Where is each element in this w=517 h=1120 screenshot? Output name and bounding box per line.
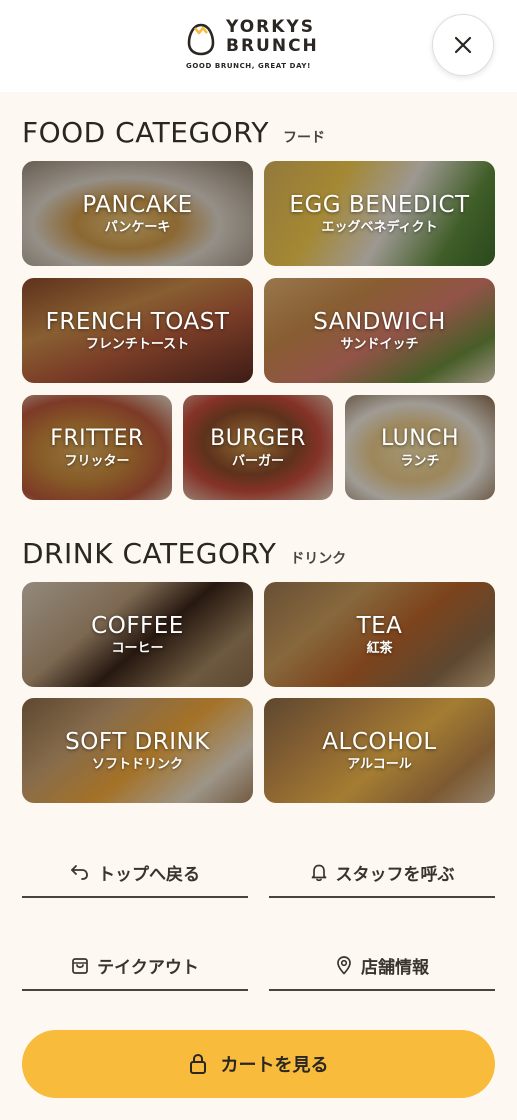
category-french-toast[interactable]: FRENCH TOAST フレンチトースト	[22, 278, 253, 383]
category-label-en: EGG BENEDICT	[289, 191, 470, 218]
category-label-ja: フレンチトースト	[85, 336, 190, 352]
brand-name-line2: BRUNCH	[226, 36, 319, 56]
bell-icon	[311, 864, 326, 882]
category-label-en: PANCAKE	[82, 191, 193, 218]
back-to-top-link[interactable]: トップへ戻る	[22, 848, 248, 898]
return-arrow-icon	[71, 865, 88, 880]
category-burger[interactable]: BURGER バーガー	[183, 395, 333, 500]
food-category-heading: FOOD CATEGORY フード	[22, 116, 325, 149]
shopping-bag-icon	[72, 958, 89, 974]
category-label-ja: コーヒー	[111, 640, 164, 656]
category-alcohol[interactable]: ALCOHOL アルコール	[264, 698, 495, 803]
drink-category-subtitle: ドリンク	[290, 551, 347, 567]
category-label-en: COFFEE	[91, 612, 184, 639]
call-staff-label: スタッフを呼ぶ	[335, 864, 455, 885]
drink-category-heading: DRINK CATEGORY ドリンク	[22, 537, 346, 570]
category-label-ja: アルコール	[347, 756, 412, 772]
egg-logo-icon	[187, 23, 215, 56]
store-info-link[interactable]: 店舗情報	[269, 941, 495, 991]
back-to-top-label: トップへ戻る	[98, 864, 200, 885]
category-label-en: LUNCH	[380, 425, 460, 451]
header: YORKYS BRUNCH GOOD BRUNCH, GREAT DAY!	[0, 0, 517, 92]
category-label-ja: フリッター	[64, 453, 130, 469]
category-label-ja: バーガー	[231, 453, 284, 469]
call-staff-button[interactable]: スタッフを呼ぶ	[269, 848, 495, 898]
brand-name-line1: YORKYS	[226, 17, 315, 37]
category-label-en: FRENCH TOAST	[45, 308, 230, 335]
category-label-en: BURGER	[210, 425, 306, 451]
lock-icon	[189, 1053, 206, 1074]
category-label-en: TEA	[356, 612, 403, 639]
category-label-ja: パンケーキ	[104, 219, 171, 235]
category-egg-benedict[interactable]: EGG BENEDICT エッグベネディクト	[264, 161, 495, 266]
category-label-en: ALCOHOL	[322, 728, 437, 755]
drink-category-title: DRINK CATEGORY	[22, 537, 277, 570]
takeout-label: テイクアウト	[97, 957, 199, 978]
store-info-label: 店舗情報	[361, 957, 429, 978]
map-pin-icon	[337, 956, 351, 975]
category-sandwich[interactable]: SANDWICH サンドイッチ	[264, 278, 495, 383]
category-label-en: FRITTER	[50, 425, 144, 451]
brand-tagline: GOOD BRUNCH, GREAT DAY!	[186, 62, 311, 70]
category-soft-drink[interactable]: SOFT DRINK ソフトドリンク	[22, 698, 253, 803]
category-label-ja: ランチ	[400, 453, 440, 469]
view-cart-label: カートを見る	[220, 1055, 329, 1076]
category-coffee[interactable]: COFFEE コーヒー	[22, 582, 253, 687]
food-category-subtitle: フード	[282, 130, 325, 146]
brand-name: YORKYS BRUNCH	[226, 18, 336, 56]
category-label-en: SANDWICH	[313, 308, 446, 335]
category-tea[interactable]: TEA 紅茶	[264, 582, 495, 687]
category-label-ja: ソフトドリンク	[91, 756, 183, 772]
food-category-title: FOOD CATEGORY	[22, 116, 269, 149]
category-lunch[interactable]: LUNCH ランチ	[345, 395, 495, 500]
takeout-link[interactable]: テイクアウト	[22, 941, 248, 991]
close-icon	[454, 36, 472, 54]
category-pancake[interactable]: PANCAKE パンケーキ	[22, 161, 253, 266]
view-cart-button[interactable]: カートを見る	[22, 1030, 495, 1098]
category-label-ja: 紅茶	[366, 640, 393, 656]
category-label-ja: サンドイッチ	[340, 336, 419, 352]
category-label-ja: エッグベネディクト	[321, 219, 438, 235]
category-fritter[interactable]: FRITTER フリッター	[22, 395, 172, 500]
category-label-en: SOFT DRINK	[65, 728, 210, 755]
close-button[interactable]	[432, 14, 494, 76]
brand-logo[interactable]: YORKYS BRUNCH GOOD BRUNCH, GREAT DAY!	[186, 18, 336, 74]
